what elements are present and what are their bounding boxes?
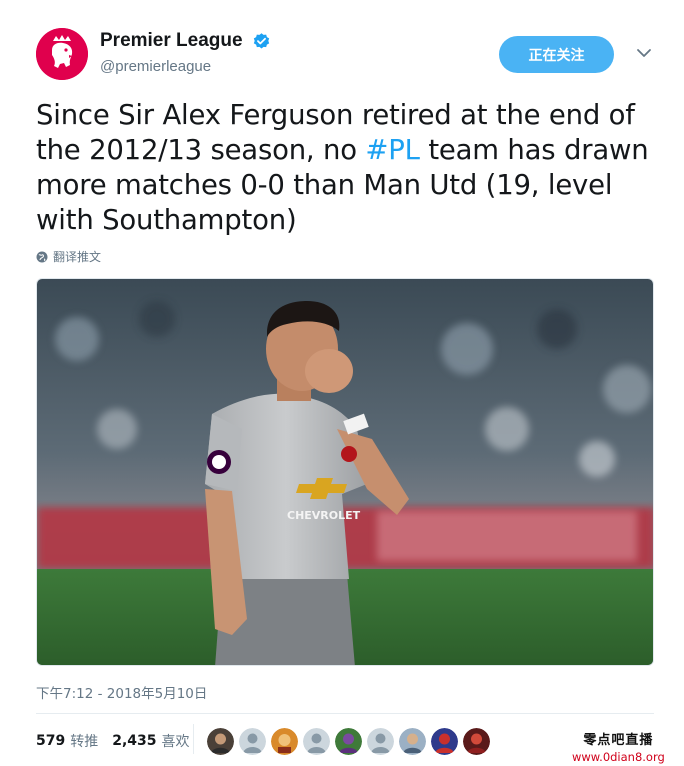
tweet-header: Premier League @premierleague 正在关注 xyxy=(36,28,658,84)
following-button[interactable]: 正在关注 xyxy=(499,36,614,73)
translate-tweet-link[interactable]: 翻译推文 xyxy=(36,248,101,265)
retweets-label: 转推 xyxy=(70,734,99,750)
site-watermark: 零点吧直播 www.0dian8.org xyxy=(572,729,665,764)
stats-separator xyxy=(193,724,194,754)
translate-label: 翻译推文 xyxy=(53,250,102,264)
avatar[interactable] xyxy=(36,28,88,80)
shirt-sponsor-text: CHEVROLET xyxy=(287,509,361,522)
liker-avatar[interactable] xyxy=(207,728,234,755)
tweet-timestamp[interactable]: 下午7:12 - 2018年5月10日 xyxy=(36,682,207,702)
likes-stat[interactable]: 2,435 喜欢 xyxy=(112,731,189,751)
premier-league-lion-logo xyxy=(36,28,88,80)
verified-badge-icon xyxy=(252,32,271,51)
tweet-text: Since Sir Alex Ferguson retired at the e… xyxy=(36,98,656,238)
display-name[interactable]: Premier League xyxy=(100,30,243,52)
tweet-photo[interactable]: CHEVROLET xyxy=(36,278,654,666)
likes-label: 喜欢 xyxy=(161,734,190,750)
player-photo: CHEVROLET xyxy=(37,279,653,665)
likers-avatars xyxy=(207,728,495,755)
user-names: Premier League @premierleague xyxy=(100,30,271,75)
retweets-count: 579 xyxy=(36,733,66,749)
hashtag-link[interactable]: #PL xyxy=(365,134,420,166)
liker-avatar[interactable] xyxy=(239,728,266,755)
divider xyxy=(36,713,654,714)
liker-avatar[interactable] xyxy=(463,728,490,755)
globe-icon xyxy=(36,251,48,262)
liker-avatar[interactable] xyxy=(367,728,394,755)
watermark-text: 零点吧直播 xyxy=(583,733,654,748)
tweet-stats: 579 转推 2,435 喜欢 xyxy=(36,731,204,751)
retweets-stat[interactable]: 579 转推 xyxy=(36,731,98,751)
watermark-url: www.0dian8.org xyxy=(572,750,665,764)
liker-avatar[interactable] xyxy=(335,728,362,755)
likes-count: 2,435 xyxy=(112,733,157,749)
liker-avatar[interactable] xyxy=(399,728,426,755)
chevron-down-icon[interactable] xyxy=(635,44,653,62)
liker-avatar[interactable] xyxy=(431,728,458,755)
handle[interactable]: @premierleague xyxy=(100,58,271,75)
liker-avatar[interactable] xyxy=(271,728,298,755)
liker-avatar[interactable] xyxy=(303,728,330,755)
